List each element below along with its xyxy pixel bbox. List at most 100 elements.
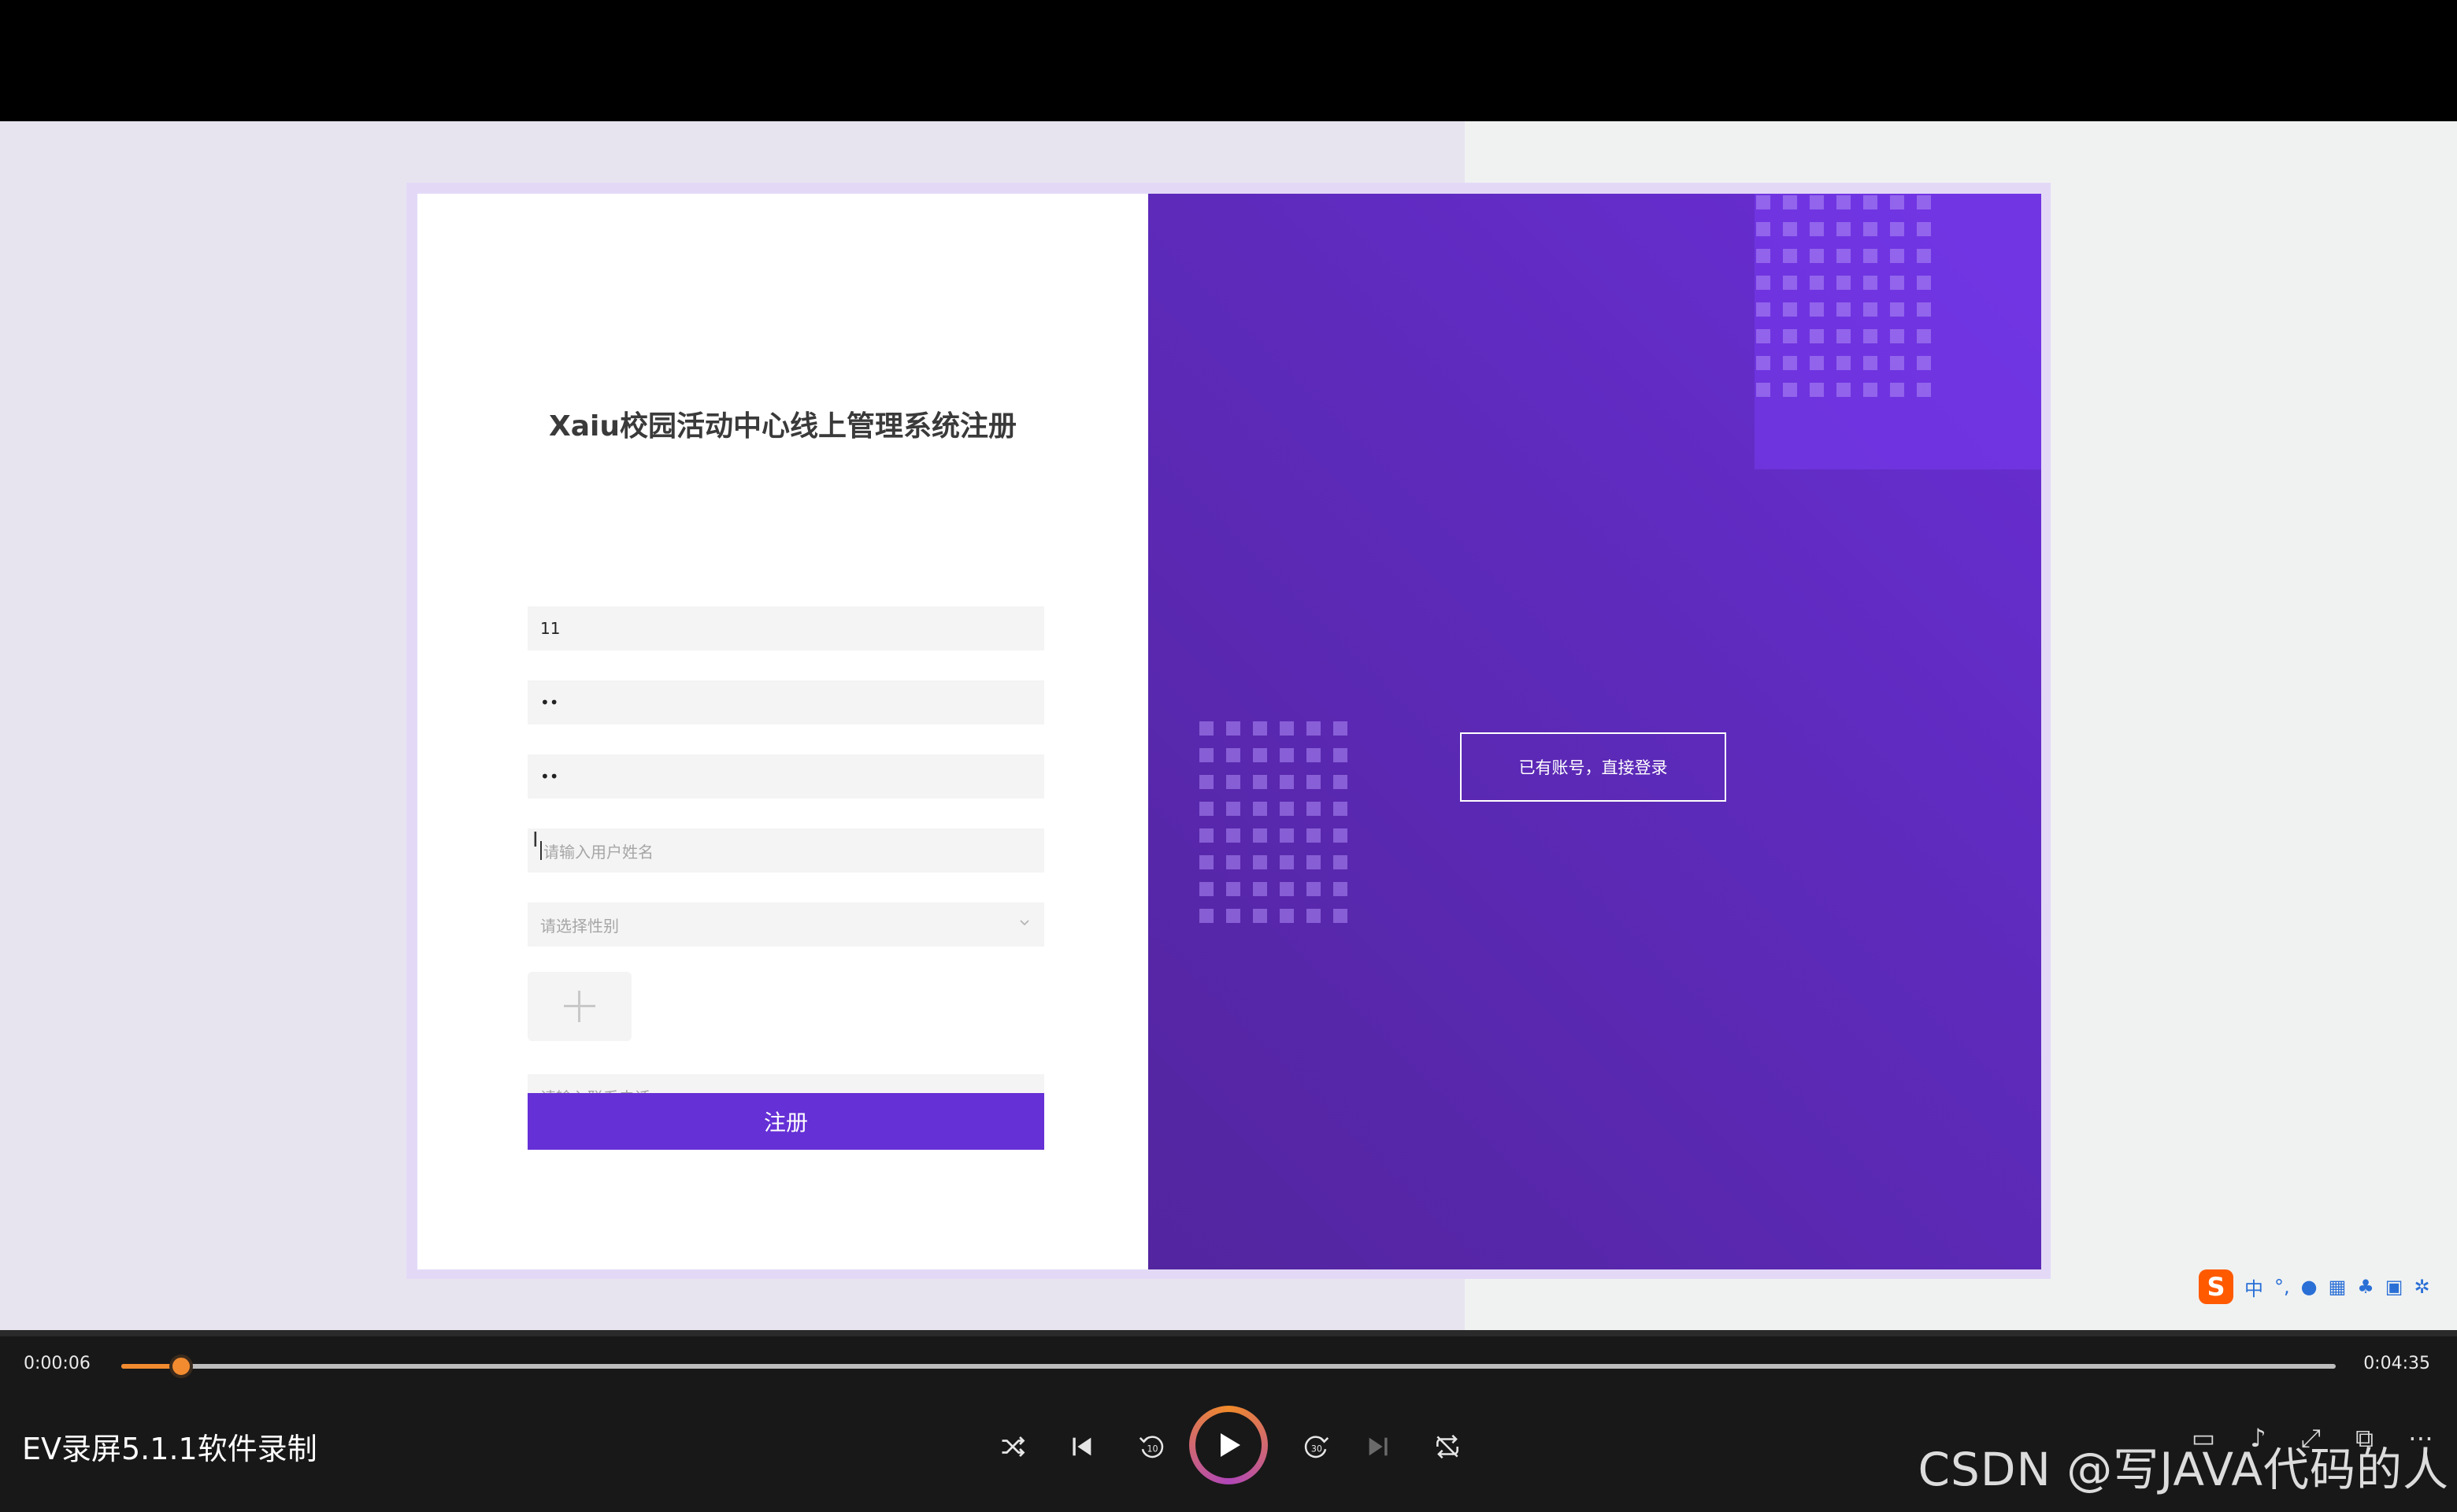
decor-dot	[1226, 828, 1240, 843]
settings-gear-icon[interactable]: ✲	[2414, 1276, 2429, 1298]
decor-dot	[1226, 775, 1240, 789]
decor-dot	[1863, 302, 1877, 317]
decor-dot	[1890, 329, 1904, 343]
decor-dot	[1333, 802, 1347, 816]
decor-dot	[1280, 855, 1294, 869]
forward-30-icon[interactable]: 30	[1295, 1425, 1339, 1469]
decor-dot	[1253, 721, 1267, 736]
decor-dot	[1863, 356, 1877, 370]
decor-dot	[1810, 249, 1824, 263]
next-track-icon[interactable]	[1356, 1425, 1400, 1469]
play-icon	[1221, 1433, 1240, 1457]
sogou-logo-icon[interactable]: S	[2199, 1269, 2233, 1304]
decor-dot	[1756, 329, 1770, 343]
register-form-panel: Xaiu校园活动中心线上管理系统注册 11 •• •• 请输入用户姓名 I 请选…	[417, 194, 1148, 1269]
punctuation-icon[interactable]: °,	[2274, 1276, 2290, 1298]
decor-dot	[1280, 909, 1294, 923]
csdn-watermark: CSDN @写JAVA代码的人	[1918, 1443, 2449, 1496]
repeat-icon[interactable]	[1425, 1425, 1469, 1469]
video-title: EV录屏5.1.1软件录制	[22, 1432, 317, 1466]
decor-dot	[1836, 383, 1851, 397]
purple-side-panel: 已有账号，直接登录	[1148, 194, 2041, 1269]
ime-mode-toggle[interactable]: 中	[2244, 1273, 2263, 1301]
decor-dot	[1810, 276, 1824, 290]
decor-dot	[1917, 383, 1931, 397]
decor-dot	[1253, 855, 1267, 869]
decor-dot	[1783, 302, 1797, 317]
decor-dot	[1226, 748, 1240, 762]
decor-dot	[1333, 828, 1347, 843]
password-input[interactable]: ••	[528, 680, 1044, 724]
microphone-icon[interactable]: ●	[2301, 1276, 2318, 1298]
player-top-edge	[0, 1330, 2457, 1336]
decor-dot	[1863, 195, 1877, 209]
decor-dot	[1863, 222, 1877, 236]
media-player-bar: 0:00:06 0:04:35 EV录屏5.1.1软件录制 10 30 ▭ ♪ …	[0, 1330, 2457, 1512]
decor-dot	[1253, 828, 1267, 843]
decor-dot	[1333, 882, 1347, 896]
decor-dot	[1783, 276, 1797, 290]
form-title: Xaiu校园活动中心线上管理系统注册	[548, 410, 1017, 443]
decor-dot	[1890, 302, 1904, 317]
gender-placeholder: 请选择性别	[540, 916, 619, 936]
decor-dot	[1917, 356, 1931, 370]
decor-dot	[1280, 775, 1294, 789]
video-area: Xaiu校园活动中心线上管理系统注册 11 •• •• 请输入用户姓名 I 请选…	[0, 121, 2457, 1330]
total-time: 0:04:35	[2363, 1354, 2430, 1373]
confirm-password-input[interactable]: ••	[528, 754, 1044, 799]
ime-toolbar: S 中 °, ● ▦ ♣ ▣ ✲	[2199, 1268, 2430, 1306]
decor-dot	[1917, 195, 1931, 209]
decor-dot	[1226, 909, 1240, 923]
decor-dot	[1280, 828, 1294, 843]
decor-dot	[1199, 828, 1214, 843]
decor-dot	[1756, 195, 1770, 209]
previous-track-icon[interactable]	[1060, 1425, 1104, 1469]
decor-dot-grid-middle	[1199, 721, 1347, 923]
decor-dot	[1253, 882, 1267, 896]
shuffle-icon[interactable]	[991, 1425, 1035, 1469]
decor-dot	[1810, 222, 1824, 236]
avatar-upload-button[interactable]	[528, 972, 632, 1041]
seek-bar[interactable]	[121, 1354, 2336, 1378]
decor-dot	[1890, 222, 1904, 236]
skin-icon[interactable]: ♣	[2357, 1276, 2374, 1298]
decor-dot	[1306, 855, 1321, 869]
play-button[interactable]	[1189, 1406, 1268, 1484]
decor-dot	[1890, 383, 1904, 397]
decor-dot	[1333, 775, 1347, 789]
keyboard-icon[interactable]: ▦	[2329, 1276, 2347, 1298]
rewind-10-icon[interactable]: 10	[1129, 1425, 1173, 1469]
decor-dot	[1306, 775, 1321, 789]
decor-dot	[1863, 329, 1877, 343]
decor-dot	[1890, 195, 1904, 209]
decor-dot	[1836, 276, 1851, 290]
toolbox-icon[interactable]: ▣	[2385, 1276, 2403, 1298]
decor-dot	[1306, 828, 1321, 843]
decor-dot	[1810, 329, 1824, 343]
decor-dot	[1917, 329, 1931, 343]
login-link-button[interactable]: 已有账号，直接登录	[1460, 732, 1726, 802]
username-input[interactable]: 11	[528, 606, 1044, 650]
decor-dot	[1280, 802, 1294, 816]
register-button[interactable]: 注册	[528, 1093, 1044, 1150]
decor-dot	[1783, 356, 1797, 370]
decor-dot	[1333, 748, 1347, 762]
decor-dot	[1810, 383, 1824, 397]
decor-dot	[1306, 882, 1321, 896]
decor-dot	[1917, 249, 1931, 263]
realname-input[interactable]: 请输入用户姓名	[528, 828, 1044, 873]
decor-dot	[1783, 222, 1797, 236]
decor-dot	[1253, 802, 1267, 816]
decor-dot	[1810, 302, 1824, 317]
decor-dot	[1836, 195, 1851, 209]
decor-dot	[1756, 249, 1770, 263]
decor-dot	[1199, 748, 1214, 762]
decor-dot	[1199, 775, 1214, 789]
seek-thumb[interactable]	[169, 1354, 193, 1378]
decor-dot	[1863, 249, 1877, 263]
gender-select[interactable]: 请选择性别	[528, 902, 1044, 947]
decor-dot	[1199, 909, 1214, 923]
text-caret	[540, 841, 542, 860]
decor-dot	[1917, 222, 1931, 236]
decor-dot	[1333, 721, 1347, 736]
